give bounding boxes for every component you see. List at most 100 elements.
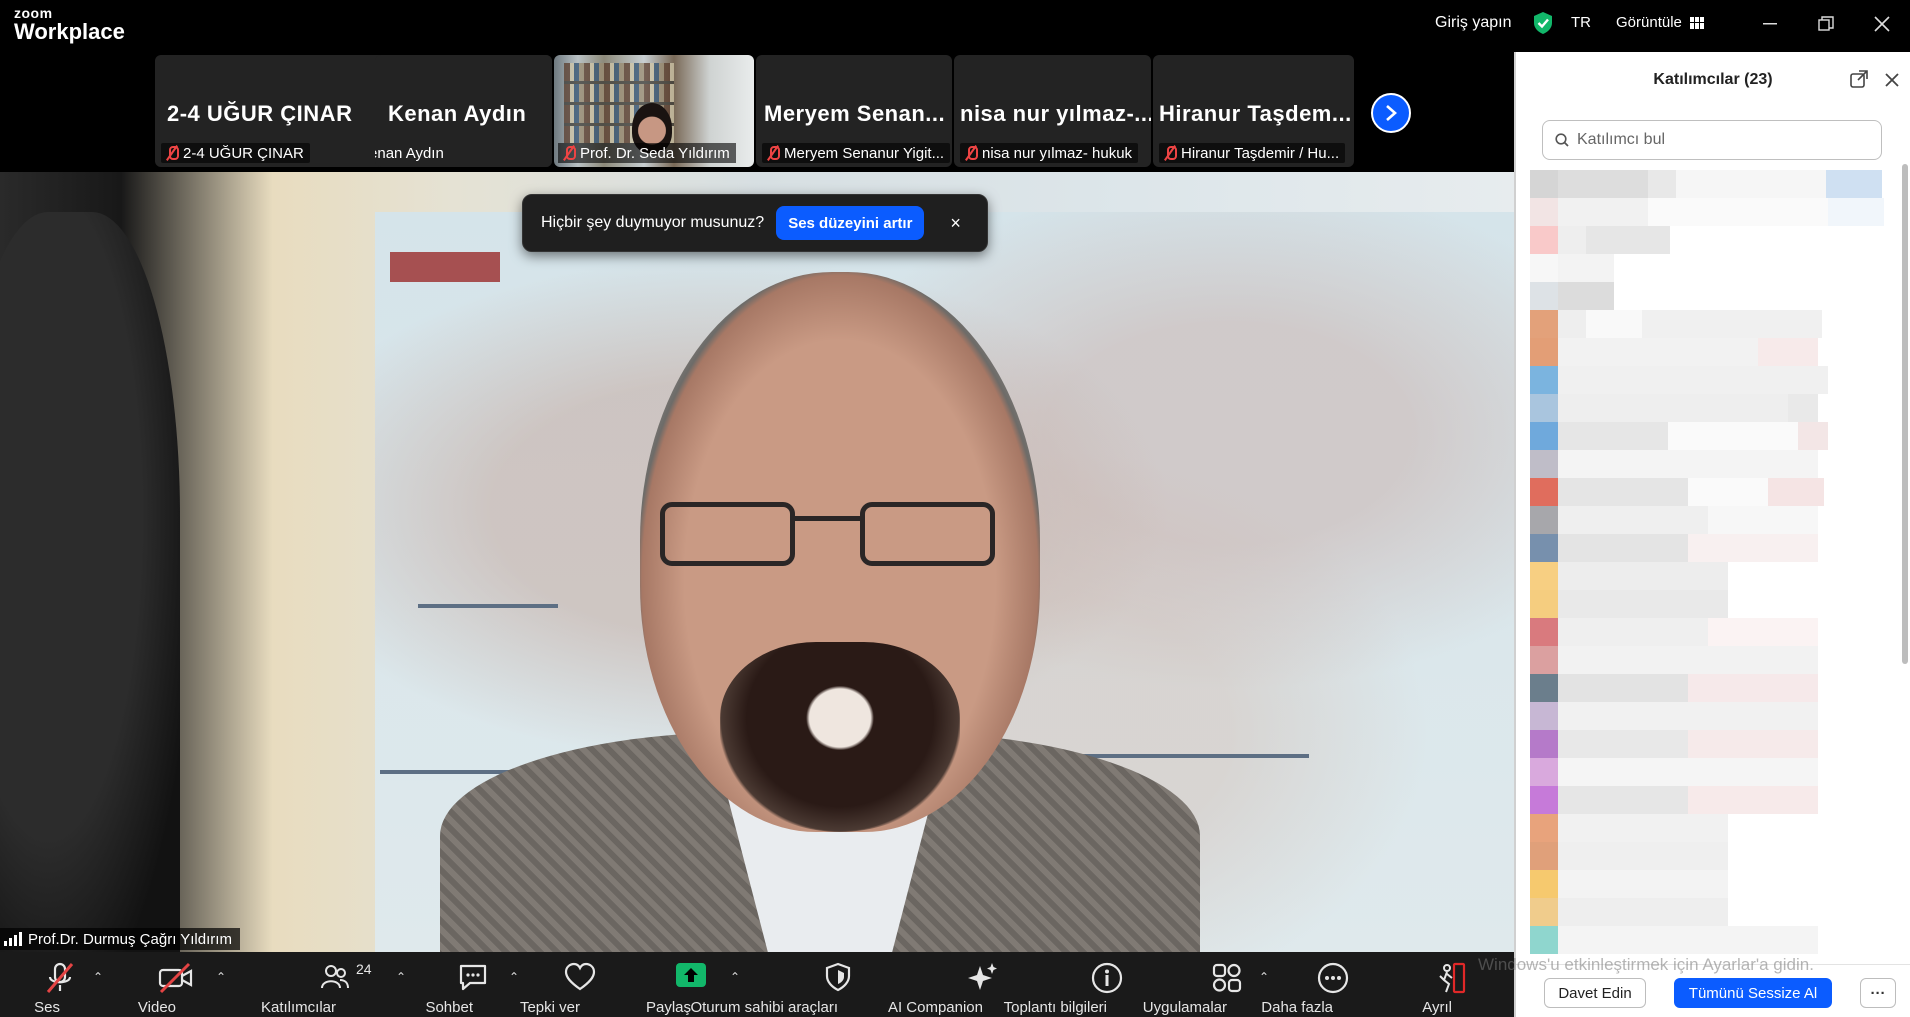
tile-name-large: Kenan Aydın — [388, 101, 527, 126]
list-item[interactable] — [1530, 674, 1896, 702]
host-tools-shield-icon — [825, 962, 851, 992]
mute-all-button[interactable]: Tümünü Sessize Al — [1674, 978, 1832, 1008]
panel-more-button[interactable]: ··· — [1860, 978, 1896, 1008]
participant-search-input[interactable] — [1577, 131, 1857, 149]
encryption-shield-icon[interactable] — [1532, 11, 1554, 35]
list-item[interactable] — [1530, 366, 1896, 394]
list-item[interactable] — [1530, 422, 1896, 450]
list-item[interactable] — [1530, 338, 1896, 366]
audio-options-caret-icon[interactable]: ⌃ — [93, 970, 103, 984]
list-item[interactable] — [1530, 618, 1896, 646]
title-bar: zoom Workplace Giriş yapın TR Görüntüle — [0, 0, 1910, 52]
speaker-name: Prof.Dr. Durmuş Çağrı Yıldırım — [28, 930, 232, 948]
list-item[interactable] — [1530, 786, 1896, 814]
list-item[interactable] — [1530, 898, 1896, 926]
tile-caption: Hiranur Taşdemir / Hu... — [1159, 143, 1346, 163]
video-options-caret-icon[interactable]: ⌃ — [216, 970, 226, 984]
zoom-meeting-window: zoom Workplace Giriş yapın TR Görüntüle … — [0, 0, 1910, 1017]
list-item[interactable] — [1530, 254, 1896, 282]
react-label: Tepki ver — [519, 999, 580, 1016]
participant-search-box[interactable] — [1542, 120, 1882, 160]
speaker-smile-beard — [720, 642, 960, 832]
map-line — [418, 604, 558, 608]
map-label-patch — [390, 252, 500, 282]
tile-caption: 2-4 UĞUR ÇINAR — [161, 143, 310, 163]
participants-label: Katılımcılar — [260, 999, 337, 1016]
chevron-right-icon — [1386, 105, 1397, 121]
apps-options-caret-icon[interactable]: ⌃ — [1259, 970, 1269, 984]
list-item[interactable] — [1530, 646, 1896, 674]
list-item[interactable] — [1530, 310, 1896, 338]
tile-caption-text: Hiranur Taşdemir / Hu... — [1181, 144, 1340, 162]
pop-out-icon[interactable] — [1850, 70, 1868, 88]
list-item[interactable] — [1530, 394, 1896, 422]
ai-companion-label: AI Companion — [887, 999, 983, 1016]
list-item[interactable] — [1530, 702, 1896, 730]
apps-icon — [1212, 963, 1242, 993]
list-item[interactable] — [1530, 478, 1896, 506]
tile-caption-text: Meryem Senanur Yigit... — [784, 144, 945, 162]
map-line — [1064, 754, 1309, 758]
participant-list[interactable] — [1530, 170, 1896, 960]
logo-line1: zoom — [14, 5, 53, 21]
view-menu-button[interactable]: Görüntüle — [1616, 14, 1704, 31]
list-item[interactable] — [1530, 926, 1896, 954]
chat-options-caret-icon[interactable]: ⌃ — [509, 970, 519, 984]
tile-name-large: 2-4 UĞUR ÇINAR — [167, 101, 353, 126]
list-item[interactable] — [1530, 814, 1896, 842]
close-window-button[interactable] — [1868, 10, 1896, 38]
host-tools-label: Oturum sahibi araçları — [690, 999, 838, 1016]
tile-caption-text: 2-4 UĞUR ÇINAR — [183, 144, 304, 162]
tile-name-large: nisa nur yılmaz-... — [960, 101, 1151, 126]
mic-muted-icon — [964, 145, 978, 161]
participant-tile-meryem[interactable]: Meryem Senan... Meryem Senanur Yigit... — [756, 55, 952, 167]
list-item[interactable] — [1530, 534, 1896, 562]
audio-notification-toast: Hiçbir şey duymuyor musunuz? Ses düzeyin… — [522, 194, 988, 252]
participants-count-badge: 24 — [356, 961, 372, 977]
tile-name-large: Hiranur Taşdem... — [1159, 101, 1352, 126]
list-item[interactable] — [1530, 198, 1896, 226]
sign-in-link[interactable]: Giriş yapın — [1435, 14, 1511, 32]
list-item[interactable] — [1530, 450, 1896, 478]
list-item[interactable] — [1530, 842, 1896, 870]
share-options-caret-icon[interactable]: ⌃ — [730, 970, 740, 984]
restore-button[interactable] — [1812, 10, 1840, 38]
speaker-glasses — [660, 502, 1000, 572]
chat-icon — [459, 964, 487, 991]
minimize-icon — [1763, 23, 1777, 25]
list-item[interactable] — [1530, 562, 1896, 590]
apps-label: Uygulamalar — [1142, 999, 1228, 1016]
language-indicator[interactable]: TR — [1571, 14, 1591, 31]
participant-tile-hiranur[interactable]: Hiranur Taşdem... Hiranur Taşdemir / Hu.… — [1153, 55, 1354, 167]
info-icon — [1091, 962, 1123, 994]
list-item[interactable] — [1530, 170, 1896, 198]
active-speaker-video[interactable]: Prof.Dr. Durmuş Çağrı Yıldırım — [0, 172, 1514, 952]
list-item[interactable] — [1530, 590, 1896, 618]
list-item[interactable] — [1530, 870, 1896, 898]
list-item[interactable] — [1530, 730, 1896, 758]
zoom-workplace-logo: zoom Workplace — [14, 6, 125, 43]
video-off-icon — [158, 962, 193, 994]
close-panel-icon[interactable] — [1884, 72, 1900, 88]
share-label: Paylaş — [645, 999, 691, 1016]
increase-volume-button[interactable]: Ses düzeyini artır — [776, 206, 925, 240]
view-label: Görüntüle — [1616, 14, 1682, 31]
participants-options-caret-icon[interactable]: ⌃ — [396, 970, 406, 984]
minimize-button[interactable] — [1756, 10, 1784, 38]
mic-muted-icon — [1163, 145, 1177, 161]
list-item[interactable] — [1530, 226, 1896, 254]
participants-panel-header: Katılımcılar (23) — [1516, 52, 1910, 108]
close-notification-icon[interactable]: × — [950, 213, 961, 234]
participant-tile-seda-video[interactable]: Prof. Dr. Seda Yıldırım — [554, 55, 754, 167]
participant-list-scrollbar[interactable] — [1902, 164, 1908, 664]
participant-tile-nisa[interactable]: nisa nur yılmaz-... nisa nur yılmaz- huk… — [954, 55, 1151, 167]
list-item[interactable] — [1530, 506, 1896, 534]
list-item[interactable] — [1530, 282, 1896, 310]
chat-label: Sohbet — [425, 999, 474, 1016]
invite-button[interactable]: Davet Edin — [1544, 978, 1646, 1008]
meeting-toolbar: Ses ⌃ Video ⌃ 24 Katılımcılar ⌃ Sohbet ⌃… — [0, 952, 1514, 1017]
participant-tile-kenan[interactable]: Kenan Aydın Kenan Aydın — [375, 55, 552, 167]
gallery-next-button[interactable] — [1371, 93, 1411, 133]
participants-panel-footer: Davet Edin Tümünü Sessize Al ··· — [1516, 964, 1910, 1017]
list-item[interactable] — [1530, 758, 1896, 786]
